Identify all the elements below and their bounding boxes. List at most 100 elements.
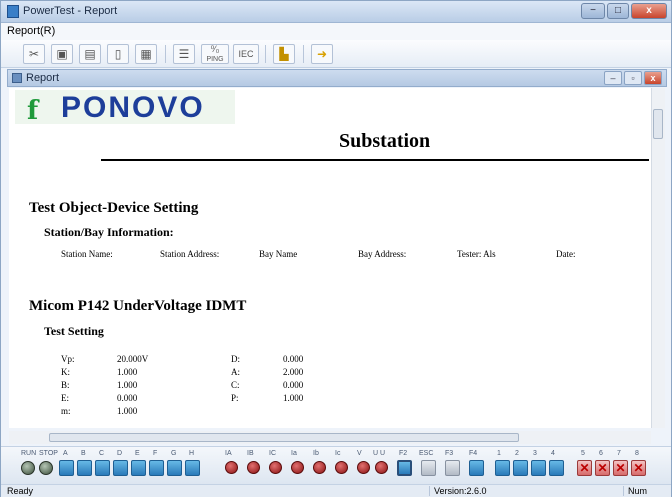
document-icon[interactable]: ▤ <box>79 44 101 64</box>
status-num: Num <box>623 486 647 496</box>
report-close-button[interactable]: x <box>644 71 662 85</box>
channel-label: C <box>99 450 105 457</box>
vertical-scrollbar[interactable] <box>651 88 665 428</box>
toolbar: ✂ ▣ ▤ ▯ ▦ ☰ ⁰⁄₀ PING IEC ▙ ➜ <box>1 40 671 68</box>
run-button[interactable] <box>21 461 35 475</box>
setting-value: 2.000 <box>283 367 304 377</box>
output-indicator-v <box>357 461 370 474</box>
output-indicator-ic <box>269 461 282 474</box>
setting-value: 0.000 <box>283 380 304 390</box>
relay-3-button[interactable] <box>531 460 546 476</box>
binary-input-c[interactable] <box>95 460 110 476</box>
binary-input-a[interactable] <box>59 460 74 476</box>
heading-rule <box>101 159 649 161</box>
field-tester: Tester: Als <box>457 249 496 259</box>
setting-value: 1.000 <box>117 367 138 377</box>
relay-4-button[interactable] <box>549 460 564 476</box>
ping-button[interactable]: ⁰⁄₀ PING <box>201 44 229 64</box>
horizontal-scroll-thumb[interactable] <box>49 433 519 442</box>
menu-report[interactable]: Report(R) <box>7 25 55 37</box>
vertical-scroll-thumb[interactable] <box>653 109 663 139</box>
status-ready: Ready <box>7 486 34 496</box>
maximize-button[interactable]: □ <box>607 3 629 19</box>
relay-label: 6 <box>599 450 603 457</box>
status-bar: Ready Version:2.6.0 Num <box>1 484 671 497</box>
window-title: PowerTest - Report <box>23 5 118 17</box>
output-label: Ia <box>291 450 297 457</box>
relay-5-close-icon[interactable]: ✕ <box>577 460 592 476</box>
f3-button[interactable] <box>445 460 460 476</box>
binary-input-g[interactable] <box>167 460 182 476</box>
section-test-name: Micom P142 UnderVoltage IDMT <box>29 298 247 314</box>
key-label: ESC <box>419 450 434 457</box>
report-heading: Substation <box>339 130 431 152</box>
setting-value: 1.000 <box>283 393 304 403</box>
stop-button[interactable] <box>39 461 53 475</box>
binary-input-h[interactable] <box>185 460 200 476</box>
relay-2-button[interactable] <box>513 460 528 476</box>
report-window-title-bar: Report – ▫ x <box>7 69 667 87</box>
setting-label: P: <box>231 393 239 403</box>
output-indicator-ia <box>225 461 238 474</box>
save-icon[interactable]: ▦ <box>135 44 157 64</box>
relay-label: 1 <box>497 450 501 457</box>
relay-label: 8 <box>635 450 639 457</box>
setting-label: B: <box>61 380 70 390</box>
report-maximize-button[interactable]: ▫ <box>624 71 642 85</box>
output-indicator-ia-lower <box>291 461 304 474</box>
iec-button[interactable]: IEC <box>233 44 259 64</box>
report-document: f PONOVO Substation Test Object-Device S… <box>9 88 651 428</box>
scissors-icon[interactable]: ✂ <box>23 44 45 64</box>
key-label: F4 <box>469 450 478 457</box>
copy-icon[interactable]: ▣ <box>51 44 73 64</box>
output-label: IB <box>247 450 254 457</box>
application-window: PowerTest - Report − □ x Report(R) ✂ ▣ ▤… <box>0 0 672 497</box>
field-station-name: Station Name: <box>61 249 113 259</box>
relay-label: 3 <box>533 450 537 457</box>
relay-label: 5 <box>581 450 585 457</box>
channel-label: F <box>153 450 158 457</box>
setting-label: E: <box>61 393 69 403</box>
relay-8-close-icon[interactable]: ✕ <box>631 460 646 476</box>
stop-label: STOP <box>39 450 58 457</box>
relay-6-close-icon[interactable]: ✕ <box>595 460 610 476</box>
report-window-title: Report <box>26 72 60 84</box>
title-bar: PowerTest - Report − □ x <box>1 1 671 23</box>
paste-icon[interactable]: ▯ <box>107 44 129 64</box>
channel-label: E <box>135 450 140 457</box>
f2-play-button[interactable] <box>397 460 412 476</box>
setting-value: 1.000 <box>117 380 138 390</box>
setting-value: 0.000 <box>117 393 138 403</box>
binary-input-f[interactable] <box>149 460 164 476</box>
binary-input-b[interactable] <box>77 460 92 476</box>
relay-label: 2 <box>515 450 519 457</box>
relay-label: 7 <box>617 450 621 457</box>
setting-value: 1.000 <box>117 406 138 416</box>
relay-1-button[interactable] <box>495 460 510 476</box>
app-icon <box>7 5 19 18</box>
field-bay-name: Bay Name <box>259 249 298 259</box>
minimize-button[interactable]: − <box>581 3 605 19</box>
f4-button[interactable] <box>469 460 484 476</box>
esc-button[interactable] <box>421 460 436 476</box>
key-label: F2 <box>399 450 408 457</box>
relay-label: 4 <box>551 450 555 457</box>
setting-label: A: <box>231 367 240 377</box>
output-indicator-ib-lower <box>313 461 326 474</box>
field-bay-address: Bay Address: <box>358 249 407 259</box>
export-icon[interactable]: ➜ <box>311 44 333 64</box>
setting-label: m: <box>61 406 71 416</box>
binary-input-d[interactable] <box>113 460 128 476</box>
report-minimize-button[interactable]: – <box>604 71 622 85</box>
key-label: F3 <box>445 450 454 457</box>
close-button[interactable]: x <box>631 3 667 19</box>
binary-input-e[interactable] <box>131 460 146 476</box>
relay-7-close-icon[interactable]: ✕ <box>613 460 628 476</box>
setting-value: 0.000 <box>283 354 304 364</box>
book-icon[interactable]: ▙ <box>273 44 295 64</box>
channel-label: G <box>171 450 177 457</box>
list-icon[interactable]: ☰ <box>173 44 195 64</box>
field-date: Date: <box>556 249 576 259</box>
channel-label: A <box>63 450 68 457</box>
output-label: Ic <box>335 450 341 457</box>
